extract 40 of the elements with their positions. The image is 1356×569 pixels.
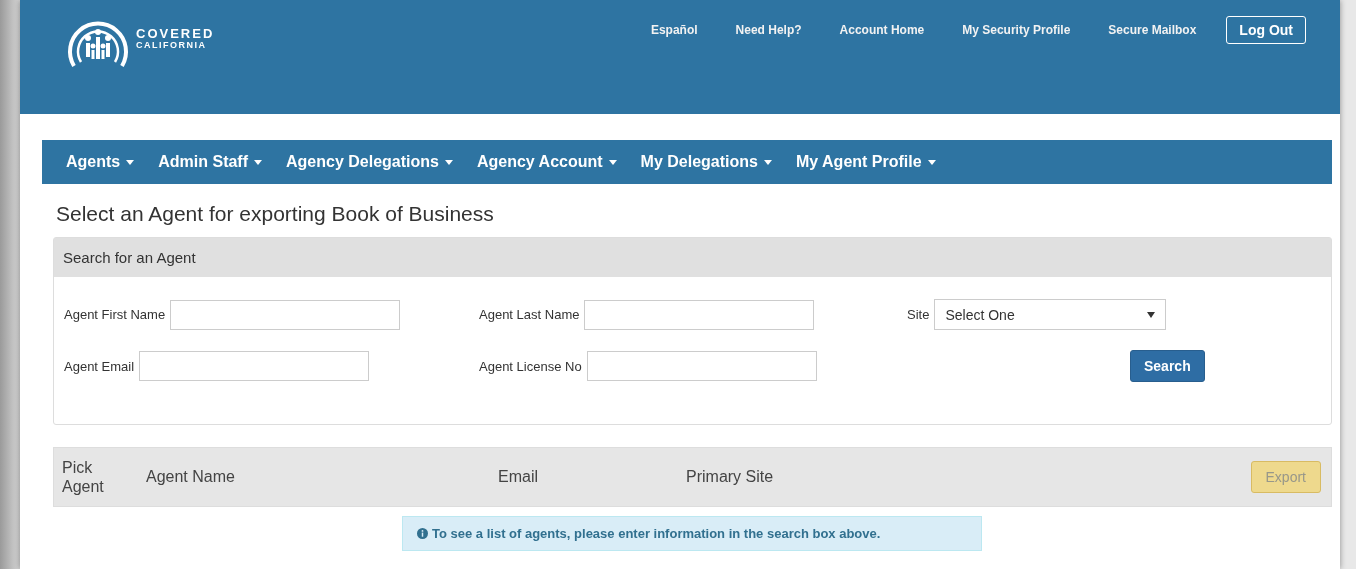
column-header: Email [498, 468, 539, 486]
field-label: Agent License No [479, 358, 582, 374]
input-field[interactable] [586, 351, 817, 381]
panel-heading: Search for an Agent [54, 238, 1331, 277]
header-link[interactable]: Español [650, 23, 698, 37]
nav-menu-item[interactable]: Admin Staff [158, 153, 262, 171]
logo-subtitle: CALIFORNIA [136, 41, 208, 51]
info-message: To see a list of agents, please enter information in the search box above. [432, 526, 881, 541]
input-field[interactable] [170, 299, 401, 330]
input-field[interactable] [139, 351, 370, 381]
nav-menu-item[interactable]: My Agent Profile [795, 153, 936, 171]
field-label: Site [907, 307, 930, 322]
field-label: Agent Last Name [479, 307, 580, 322]
caret-icon [608, 159, 617, 165]
logo-wordmark: COVERED [136, 27, 215, 42]
caret-icon [254, 159, 262, 165]
caret-icon [763, 159, 772, 165]
field-label: Agent First Name [64, 307, 166, 322]
header-link[interactable]: Account Home [839, 23, 925, 37]
caret-icon [126, 159, 135, 165]
caret-icon [1147, 311, 1156, 318]
header-link[interactable]: Need Help? [735, 23, 802, 37]
column-header: Primary Site [686, 468, 775, 486]
input-field[interactable] [584, 299, 815, 330]
page-title: Select an Agent for exporting Book of Business [56, 202, 495, 226]
info-icon [417, 528, 428, 539]
field-label: Agent Email [64, 358, 135, 374]
site-dropdown[interactable]: Select One [934, 299, 1167, 330]
header-link[interactable]: Secure Mailbox [1108, 23, 1197, 37]
nav-menu-item[interactable]: Agency Account [476, 153, 617, 171]
nav-menu-item[interactable]: Agents [66, 153, 135, 171]
caret-icon [927, 159, 936, 165]
caret-icon [444, 159, 453, 165]
column-header: Agent Name [146, 468, 236, 486]
column-header: Pick Agent [62, 457, 105, 497]
nav-menu-item[interactable]: Agency Delegations [286, 153, 453, 171]
search-button[interactable]: Search [1130, 350, 1205, 382]
nav-menu-item[interactable]: My Delegations [640, 153, 772, 171]
logout-button[interactable]: Log Out [1226, 16, 1306, 44]
header-link[interactable]: My Security Profile [962, 23, 1071, 37]
